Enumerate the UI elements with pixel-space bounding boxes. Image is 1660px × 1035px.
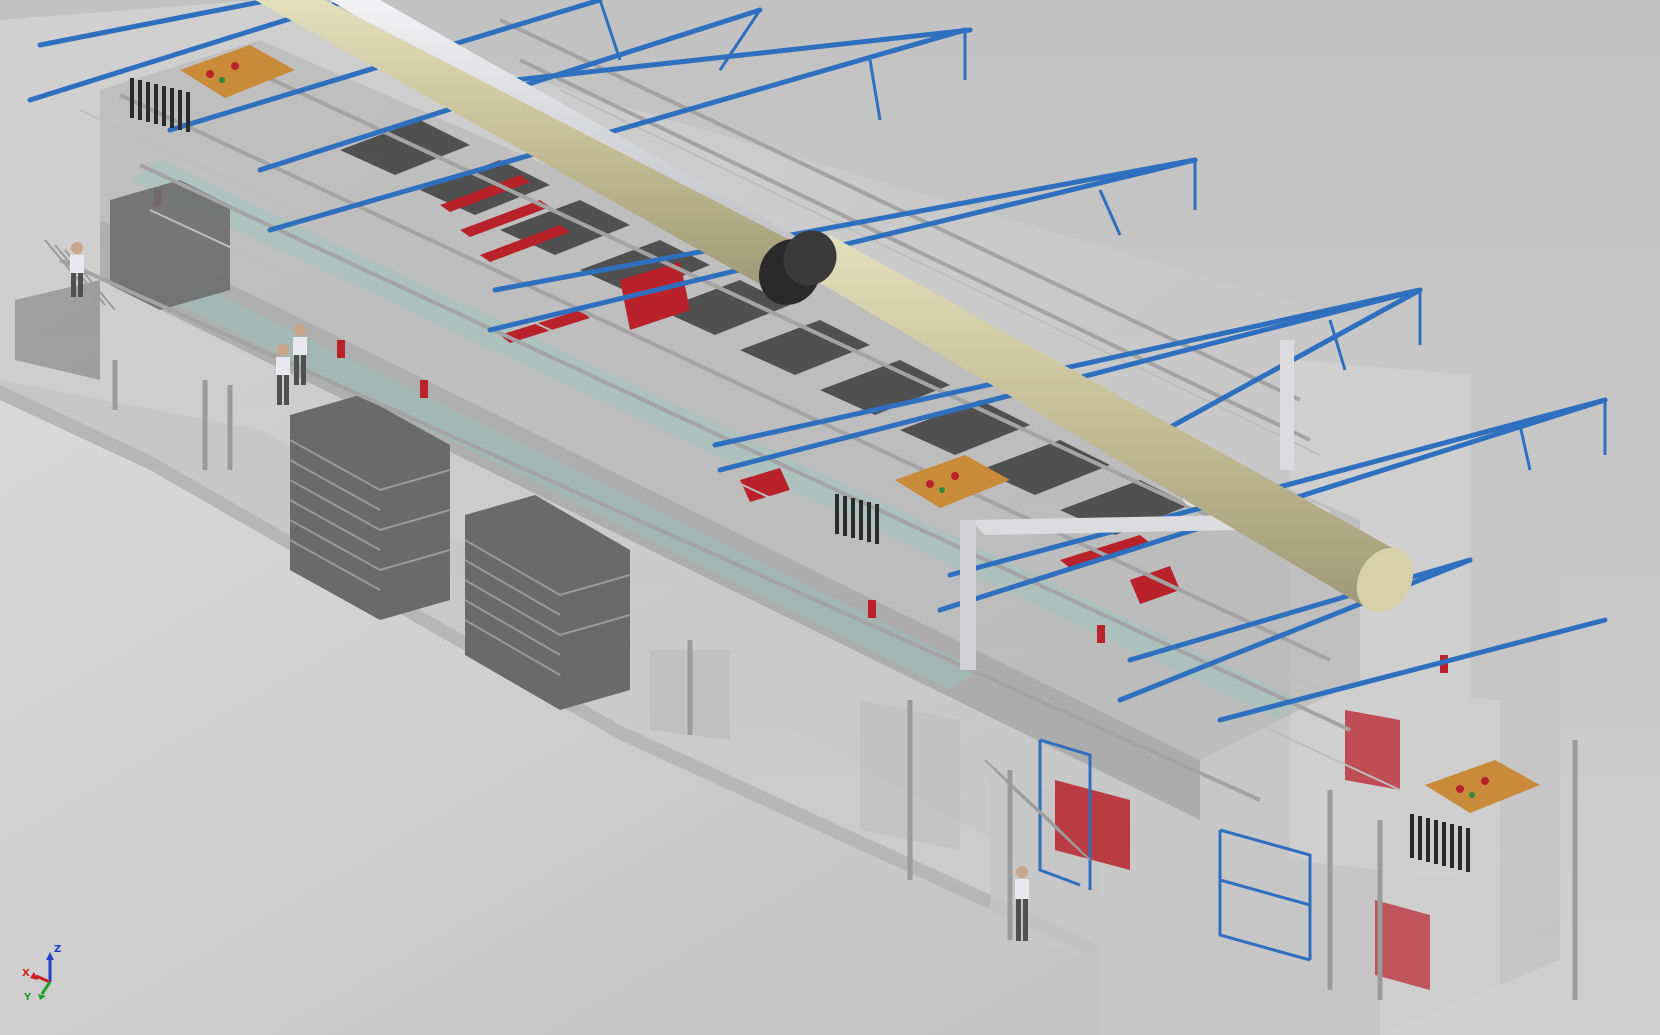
x-axis-label: X	[22, 968, 30, 979]
x-axis-icon	[35, 974, 51, 984]
z-axis-label: Z	[54, 944, 61, 955]
plant-model-scene[interactable]	[0, 0, 1660, 1035]
3d-viewport[interactable]: Z X Y	[0, 0, 1660, 1035]
orientation-triad: Z X Y	[22, 944, 61, 1003]
y-axis-label: Y	[23, 992, 32, 1003]
y-axis-icon	[40, 981, 52, 995]
